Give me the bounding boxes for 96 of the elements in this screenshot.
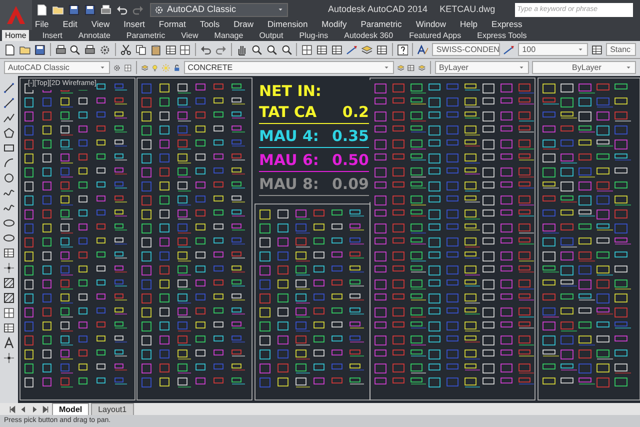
menu-item[interactable]: File — [35, 18, 49, 31]
undo-icon[interactable] — [116, 4, 128, 16]
save-icon[interactable] — [84, 4, 96, 16]
point-icon[interactable] — [3, 352, 15, 364]
table-style-dropdown[interactable]: Stanc — [606, 43, 636, 56]
file-name: KETCAU.dwg — [440, 2, 496, 16]
workspace-dropdown[interactable]: AutoCAD Classic — [150, 2, 288, 16]
ellipse-icon[interactable] — [3, 217, 15, 229]
ribbon-tab[interactable]: Parametric — [123, 30, 168, 41]
first-page-icon[interactable] — [8, 404, 17, 414]
last-page-icon[interactable] — [41, 404, 50, 414]
legend-row: MAU 4: 0.35 — [259, 127, 369, 148]
printer-icon[interactable] — [100, 4, 112, 16]
menu-item[interactable]: Help — [460, 18, 478, 31]
text-icon[interactable] — [3, 337, 15, 349]
ribbon-tab[interactable]: Output — [256, 30, 286, 41]
ribbon-tab[interactable]: Insert — [39, 30, 66, 41]
ribbon-tab[interactable]: Express Tools — [474, 30, 530, 41]
table-icon[interactable] — [3, 247, 15, 259]
new-document-icon[interactable] — [4, 44, 16, 56]
text-style-icon[interactable] — [417, 44, 430, 56]
table-icon[interactable] — [316, 44, 328, 56]
legend-row: TAT CA 0.2 — [259, 103, 369, 124]
menu-item[interactable]: Draw — [234, 18, 254, 31]
ribbon-tab[interactable]: Manage — [211, 30, 246, 41]
redo-icon[interactable] — [215, 44, 228, 56]
redo-icon[interactable] — [132, 4, 144, 16]
save-icon[interactable] — [34, 44, 46, 56]
hatch-icon[interactable] — [3, 277, 15, 289]
polyline-icon[interactable] — [3, 112, 15, 124]
layer-dropdown[interactable]: CONCRETE — [184, 61, 394, 74]
grid-icon[interactable] — [179, 44, 192, 56]
color-dropdown[interactable]: ByLayer — [435, 61, 530, 74]
gear-icon[interactable] — [99, 44, 112, 56]
save-icon[interactable] — [68, 4, 80, 16]
menu-item[interactable]: Insert — [124, 18, 145, 31]
menu-item[interactable]: Modify — [322, 18, 347, 31]
hatch-icon[interactable] — [3, 292, 15, 304]
folder-icon[interactable] — [18, 44, 31, 56]
arc-icon[interactable] — [3, 157, 15, 169]
grid-icon[interactable] — [301, 44, 314, 56]
printer-icon[interactable] — [84, 44, 96, 56]
dimension-icon[interactable] — [503, 44, 516, 56]
ribbon-tab[interactable]: Annotate — [75, 30, 114, 41]
legend-row: MAU 6: 0.50 — [259, 151, 369, 172]
zoom-icon[interactable] — [250, 44, 263, 56]
table-icon[interactable] — [376, 44, 388, 56]
workspace-dropdown[interactable]: AutoCAD Classic — [4, 61, 110, 74]
app-logo-icon — [6, 5, 26, 25]
circle-icon[interactable] — [3, 172, 15, 184]
layout-tab[interactable]: Model — [52, 402, 90, 416]
gear-icon — [154, 4, 164, 14]
menu-item[interactable]: Edit — [62, 18, 78, 31]
ellipse-icon[interactable] — [3, 232, 15, 244]
menu-item[interactable]: Window — [416, 18, 446, 31]
ribbon-tab[interactable]: Autodesk 360 — [341, 30, 396, 41]
menu-item[interactable]: Dimension — [268, 18, 308, 31]
table-icon[interactable] — [591, 44, 604, 56]
layers-icon[interactable] — [360, 44, 373, 56]
grid-icon[interactable] — [3, 307, 15, 319]
point-icon[interactable] — [3, 262, 15, 274]
pentagon-icon[interactable] — [3, 127, 15, 139]
table-icon[interactable] — [331, 44, 344, 56]
menu-item[interactable]: Parametric — [360, 18, 402, 31]
table-icon[interactable] — [164, 44, 176, 56]
clipboard-icon[interactable] — [150, 44, 162, 56]
scissors-icon[interactable] — [120, 44, 132, 56]
legend-heading: NET IN: — [259, 82, 322, 100]
dimension-style-dropdown[interactable]: 100 — [518, 43, 588, 56]
rectangle-icon[interactable] — [3, 142, 15, 154]
dimension-icon[interactable] — [346, 44, 358, 56]
layout-tab[interactable]: Layout1 — [91, 402, 134, 416]
legend-row: MAU 8: 0.09 — [259, 175, 369, 196]
ribbon-tab[interactable]: Home — [2, 30, 30, 41]
zoom-icon[interactable] — [266, 44, 278, 56]
window-title: Autodesk AutoCAD 2014 — [328, 2, 428, 16]
menu-item[interactable]: View — [91, 18, 110, 31]
printer-icon[interactable] — [54, 44, 66, 56]
copy-icon[interactable] — [134, 44, 147, 56]
zoom-icon[interactable] — [69, 44, 82, 56]
ribbon-tab[interactable]: View — [178, 30, 202, 41]
menu-item[interactable]: Format — [158, 18, 186, 31]
text-style-dropdown[interactable]: SWISS-CONDEN — [432, 43, 500, 56]
folder-icon[interactable] — [52, 4, 64, 16]
table-icon[interactable] — [3, 322, 15, 334]
line-icon[interactable] — [3, 82, 15, 94]
ribbon-tab[interactable]: Featured Apps — [406, 30, 464, 41]
menu-item[interactable]: Tools — [200, 18, 220, 31]
hand-icon[interactable] — [236, 44, 248, 56]
help-icon[interactable] — [396, 44, 408, 56]
linetype-dropdown[interactable]: ByLayer — [532, 61, 636, 74]
menu-item[interactable]: Express — [492, 18, 522, 31]
line-icon[interactable] — [3, 97, 15, 109]
undo-icon[interactable] — [200, 44, 212, 56]
zoom-icon[interactable] — [280, 44, 292, 56]
ribbon-tab[interactable]: Plug-ins — [296, 30, 332, 41]
